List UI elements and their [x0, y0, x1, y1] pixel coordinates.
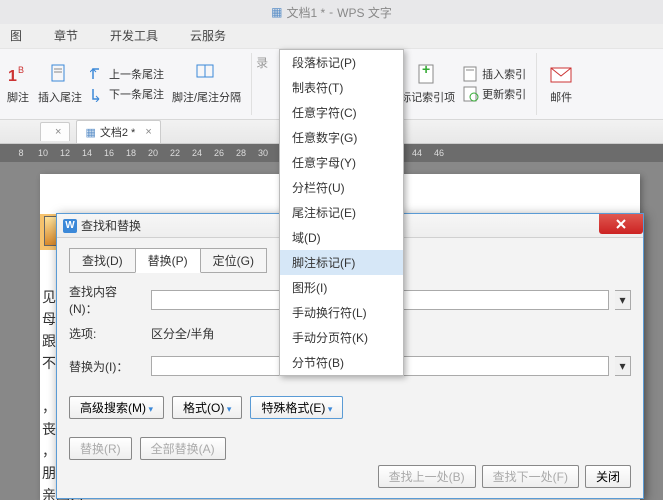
ruler-mark: 46 [428, 148, 450, 158]
menu-item[interactable]: 手动分页符(K) [280, 325, 403, 350]
menu-item[interactable]: 图形(I) [280, 275, 403, 300]
ruler-mark: 26 [208, 148, 230, 158]
insert-index-button[interactable]: 插入索引 [463, 66, 526, 82]
wps-logo-icon: W [63, 219, 77, 233]
tab-goto[interactable]: 定位(G) [200, 248, 267, 273]
next-arrow-icon [90, 86, 106, 102]
close-button[interactable]: 关闭 [585, 465, 631, 488]
menu-item[interactable]: 任意数字(G) [280, 125, 403, 150]
ruler-mark: 44 [406, 148, 428, 158]
app-name: WPS 文字 [337, 4, 392, 21]
tab-close-icon[interactable]: × [145, 126, 151, 138]
mail-icon [549, 63, 573, 87]
tab-find[interactable]: 查找(D) [69, 248, 136, 273]
doc-tab-active[interactable]: ▦ 文档2 * × [76, 120, 160, 143]
next-endnote-button[interactable]: 下一条尾注 [90, 86, 164, 102]
dialog-close-button[interactable] [599, 214, 643, 234]
menu-item[interactable]: 段落标记(P) [280, 50, 403, 75]
menu-item[interactable]: 尾注标记(E) [280, 200, 403, 225]
menu-item[interactable]: 脚注标记(F) [280, 250, 403, 275]
menu-item[interactable]: 手动换行符(L) [280, 300, 403, 325]
mail-button[interactable]: 邮件 [549, 63, 573, 105]
ribbon-tab[interactable]: 开发工具 [104, 23, 164, 48]
format-button[interactable]: 格式(O) [172, 396, 242, 419]
ruler-mark: 30 [252, 148, 274, 158]
dialog-title-text: 查找和替换 [81, 217, 141, 234]
find-next-button[interactable]: 查找下一处(F) [482, 465, 579, 488]
menu-item[interactable]: 域(D) [280, 225, 403, 250]
tab-replace[interactable]: 替换(P) [135, 248, 201, 273]
footnote-button[interactable]: 1B 脚注 [6, 63, 30, 105]
replace-label: 替换为(I)： [69, 358, 145, 375]
ruler-mark: 20 [142, 148, 164, 158]
doc-tab[interactable]: × [40, 122, 70, 141]
replace-all-button[interactable]: 全部替换(A) [140, 437, 226, 460]
ribbon-tab[interactable]: 章节 [48, 23, 84, 48]
special-format-button[interactable]: 特殊格式(E) [250, 396, 343, 419]
update-index-icon [463, 86, 479, 102]
footnote-icon: 1B [6, 63, 30, 87]
options-label: 选项: [69, 325, 145, 342]
svg-text:B: B [18, 65, 24, 75]
ruler-mark: 24 [186, 148, 208, 158]
ruler-mark: 18 [120, 148, 142, 158]
svg-text:+: + [422, 63, 430, 77]
mark-index-icon: + [416, 63, 440, 87]
window-titlebar: ▦ 文档1 * - WPS 文字 [0, 0, 663, 24]
mark-index-button[interactable]: + 标记索引项 [400, 63, 455, 105]
ruler-mark: 14 [76, 148, 98, 158]
menu-item[interactable]: 任意字符(C) [280, 100, 403, 125]
ruler-mark: 16 [98, 148, 120, 158]
ribbon-tab[interactable]: 云服务 [184, 23, 232, 48]
special-format-menu: 段落标记(P)制表符(T)任意字符(C)任意数字(G)任意字母(Y)分栏符(U)… [279, 49, 404, 376]
menu-item[interactable]: 分栏符(U) [280, 175, 403, 200]
find-label: 查找内容(N)： [69, 283, 145, 317]
replace-dropdown[interactable]: ▾ [615, 356, 631, 376]
ruler-mark: 12 [54, 148, 76, 158]
insert-index-icon [463, 66, 479, 82]
doc-icon: ▦ [271, 5, 282, 19]
doc-icon: ▦ [85, 126, 95, 139]
find-prev-button[interactable]: 查找上一处(B) [378, 465, 476, 488]
advanced-search-button[interactable]: 高级搜索(M) [69, 396, 164, 419]
prev-arrow-icon [90, 66, 106, 82]
insert-endnote-button[interactable]: 插入尾注 [38, 63, 82, 105]
replace-button[interactable]: 替换(R) [69, 437, 132, 460]
svg-text:1: 1 [8, 68, 17, 85]
ruler-mark: 10 [32, 148, 54, 158]
endnote-icon [48, 63, 72, 87]
ribbon-tabs: 图 章节 开发工具 云服务 [0, 24, 663, 48]
options-value: 区分全/半角 [151, 325, 214, 342]
doc-title: 文档1 * [286, 4, 325, 21]
prev-endnote-button[interactable]: 上一条尾注 [90, 66, 164, 82]
ruler-mark: 22 [164, 148, 186, 158]
separator-icon [195, 63, 219, 87]
ruler-mark: 8 [10, 148, 32, 158]
update-index-button[interactable]: 更新索引 [463, 86, 526, 102]
ruler-mark: 28 [230, 148, 252, 158]
footnote-separator-button[interactable]: 脚注/尾注分隔 [172, 63, 241, 105]
record-cutoff: 录 [256, 54, 268, 71]
ribbon-tab[interactable]: 图 [4, 23, 28, 48]
close-icon [615, 218, 627, 230]
menu-item[interactable]: 任意字母(Y) [280, 150, 403, 175]
tab-close-icon[interactable]: × [55, 126, 61, 138]
menu-item[interactable]: 分节符(B) [280, 350, 403, 375]
find-dropdown[interactable]: ▾ [615, 290, 631, 310]
menu-item[interactable]: 制表符(T) [280, 75, 403, 100]
